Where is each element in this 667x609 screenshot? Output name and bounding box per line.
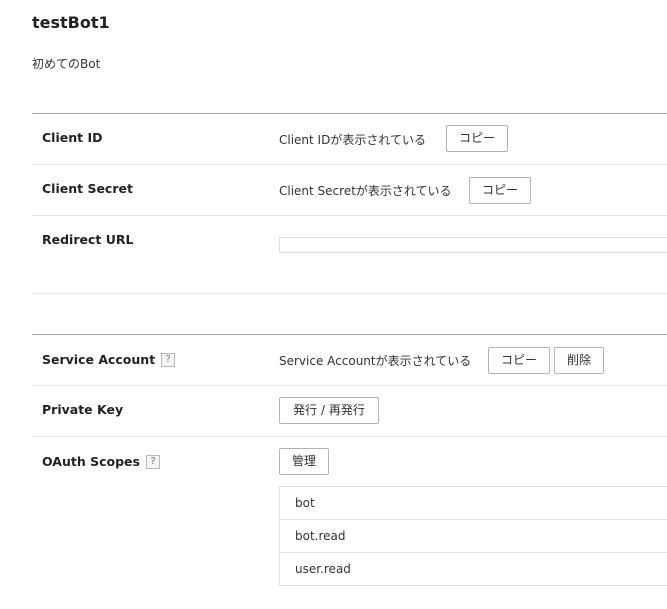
scope-item: user.read [280,553,667,586]
redirect-url-input[interactable] [279,237,667,253]
divider [32,334,667,335]
divider [32,215,667,216]
service-account-copy-button[interactable]: コピー [488,347,550,374]
oauth-scope-list: bot bot.read user.read [279,486,667,586]
service-account-delete-button[interactable]: 削除 [554,347,604,374]
redirect-url-label: Redirect URL [42,232,133,247]
help-icon[interactable]: ? [145,454,160,469]
oauth-scopes-label: OAuth Scopes ? [42,454,160,469]
scope-item: bot.read [280,520,667,553]
redirect-url-label-text: Redirect URL [42,232,134,247]
client-secret-value: Client Secretが表示されている [279,184,452,198]
private-key-label-text: Private Key [42,402,124,417]
oauth-scopes-manage-button[interactable]: 管理 [279,448,329,475]
service-account-label-text: Service Account [42,352,156,367]
client-secret-copy-button[interactable]: コピー [469,177,531,204]
client-id-label-text: Client ID [42,130,103,145]
client-secret-label-text: Client Secret [42,181,133,196]
divider [32,164,667,165]
private-key-issue-button[interactable]: 発行 / 再発行 [279,397,379,424]
service-account-value: Service Accountが表示されている [279,354,472,368]
oauth-scopes-label-text: OAuth Scopes [42,454,140,469]
divider [32,293,667,294]
bot-title: testBot1 [32,13,110,32]
divider [32,113,667,114]
service-account-label: Service Account ? [42,352,176,367]
divider [32,385,667,386]
help-icon[interactable]: ? [161,352,176,367]
client-id-label: Client ID [42,130,102,145]
client-id-value: Client IDが表示されている [279,133,426,147]
scope-item: bot [280,487,667,520]
client-id-copy-button[interactable]: コピー [446,125,508,152]
divider [32,436,667,437]
bot-description: 初めてのBot [32,57,101,71]
private-key-label: Private Key [42,402,123,417]
client-secret-label: Client Secret [42,181,133,196]
